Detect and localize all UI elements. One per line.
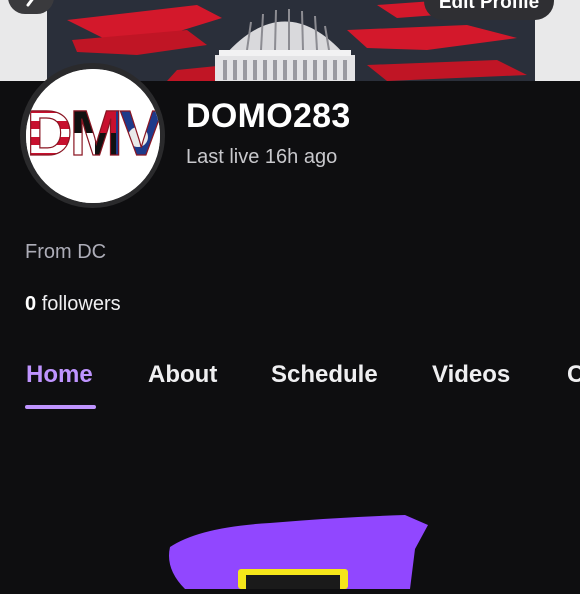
followers-number: 0	[25, 293, 37, 315]
chevron-left-icon	[23, 0, 39, 14]
channel-promo-graphic	[160, 509, 440, 589]
followers-label: followers	[41, 293, 121, 315]
tab-schedule[interactable]: Schedule	[271, 361, 378, 389]
avatar-text-outline: DMV	[26, 97, 160, 169]
profile-section: DMV DMV DOMO283	[0, 63, 580, 589]
tab-more-clipped[interactable]: C	[567, 361, 580, 389]
channel-username: DOMO283	[186, 97, 351, 135]
profile-tabs: Home About Schedule Videos C	[0, 361, 580, 411]
avatar-image: DMV DMV	[25, 68, 160, 203]
location-text: From DC	[25, 241, 107, 263]
avatar[interactable]: DMV DMV	[20, 63, 165, 208]
tab-home[interactable]: Home	[26, 361, 93, 389]
followers-count[interactable]: 0 followers	[25, 293, 121, 316]
last-live-status: Last live 16h ago	[186, 146, 338, 168]
edit-profile-button[interactable]: Edit Profile	[424, 0, 554, 20]
tab-about[interactable]: About	[148, 361, 217, 389]
edit-profile-label: Edit Profile	[438, 0, 540, 13]
active-tab-indicator	[25, 405, 96, 409]
tab-videos[interactable]: Videos	[432, 361, 510, 389]
